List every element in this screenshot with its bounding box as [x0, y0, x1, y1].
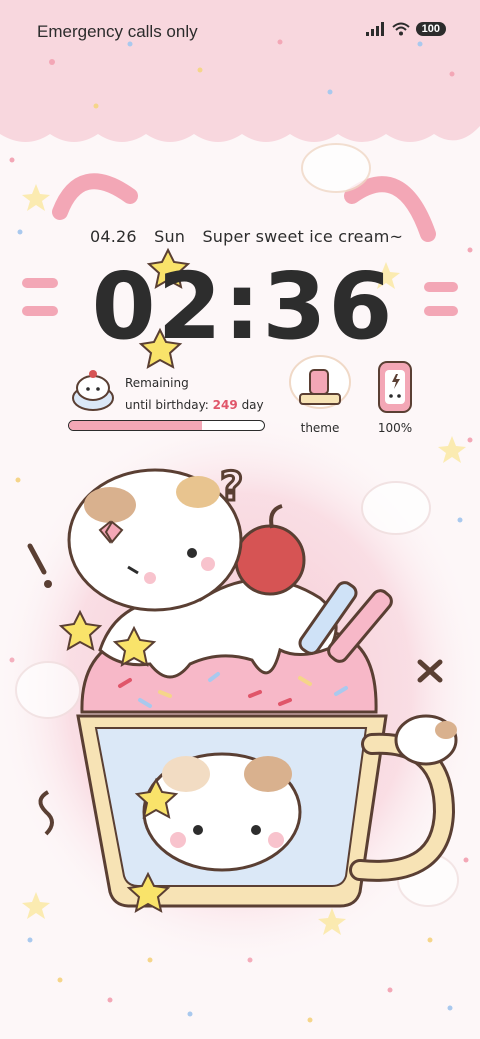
birthday-progress-fill: [69, 421, 202, 430]
birthday-prefix: until birthday:: [125, 398, 209, 412]
gift-cake-icon: [72, 370, 114, 411]
date-line: 04.26 Sun Super sweet ice cream~: [90, 227, 415, 246]
theme-label: theme: [300, 421, 340, 435]
birthday-countdown-line: until birthday: 249 day: [125, 398, 264, 412]
signal-icon: [365, 22, 384, 36]
phone-cat-icon: [378, 361, 412, 413]
theme-cat-icon: [289, 355, 351, 409]
battery-icon: 100: [415, 22, 446, 36]
birthday-countdown-widget[interactable]: Remaining until birthday: 249 day: [68, 368, 268, 434]
carrier-text: Emergency calls only: [37, 22, 198, 41]
wallpaper-illustration: ?: [0, 0, 480, 1039]
status-bar: Emergency calls only 100: [0, 0, 480, 64]
clock-time: 02:36: [91, 253, 395, 360]
date-text: 04.26: [90, 227, 137, 246]
theme-title: Super sweet ice cream~: [202, 227, 404, 246]
status-icons: 100: [365, 22, 446, 36]
birthday-progress-bar: [68, 420, 265, 431]
svg-text:?: ?: [220, 464, 243, 510]
battery-widget[interactable]: 100%: [370, 360, 420, 435]
wifi-icon: [391, 22, 410, 36]
birthday-unit: day: [241, 398, 264, 412]
theme-widget[interactable]: theme: [282, 350, 358, 435]
battery-percent-label: 100%: [377, 421, 413, 435]
birthday-label: Remaining: [125, 376, 189, 390]
weekday-text: Sun: [154, 227, 186, 246]
birthday-days: 249: [212, 398, 238, 412]
